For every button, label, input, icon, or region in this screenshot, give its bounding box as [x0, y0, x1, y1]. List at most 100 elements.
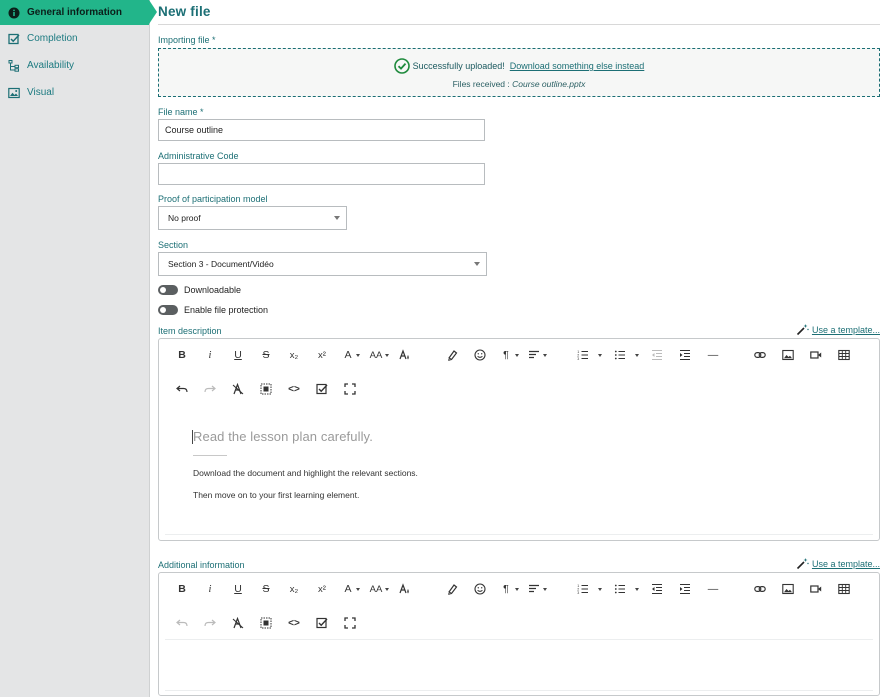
bullet-list-button[interactable]: [611, 346, 629, 364]
bullet-list-button[interactable]: [611, 580, 629, 598]
text-color-drop-icon: [399, 349, 409, 360]
undo-button[interactable]: [173, 614, 191, 632]
additional-information-label: Additional information: [158, 560, 245, 570]
chevron-down-icon: [474, 262, 480, 266]
clear-format-icon: [232, 383, 244, 395]
downloadable-toggle[interactable]: [158, 285, 178, 295]
item-description-editor[interactable]: B i U S x₂ x² A AA ¶ 1 2 3 — <> Read the…: [158, 338, 880, 541]
outdent-button[interactable]: [648, 346, 666, 364]
insert-video-button[interactable]: [807, 346, 825, 364]
horizontal-rule-button[interactable]: —: [704, 346, 722, 364]
additional-information-template-link[interactable]: Use a template...: [796, 557, 880, 570]
indent-button[interactable]: [676, 346, 694, 364]
undo-icon: [176, 619, 188, 627]
checkbox-icon: [8, 33, 20, 45]
superscript-button[interactable]: x²: [313, 580, 331, 598]
horizontal-rule-button[interactable]: —: [704, 580, 722, 598]
font-color-button[interactable]: A: [339, 580, 357, 598]
section-select[interactable]: Section 3 - Document/Vidéo: [158, 252, 487, 276]
highlighter-icon: [448, 350, 458, 361]
outdent-button[interactable]: [648, 580, 666, 598]
template-link-label: Use a template...: [811, 558, 880, 569]
template-link-label: Use a template...: [811, 324, 880, 335]
insert-video-button[interactable]: [807, 580, 825, 598]
clear-color-button[interactable]: [396, 346, 414, 364]
italic-button[interactable]: i: [201, 346, 219, 364]
ordered-list-button[interactable]: 123: [574, 346, 592, 364]
align-button[interactable]: [525, 346, 543, 364]
paragraph-button[interactable]: ¶: [497, 346, 515, 364]
clear-color-button[interactable]: [396, 580, 414, 598]
undo-button[interactable]: [173, 380, 191, 398]
proof-model-select[interactable]: No proof: [158, 206, 347, 230]
highlighter-button[interactable]: [443, 580, 461, 598]
toolbar-divider: [165, 639, 873, 640]
file-name-input[interactable]: Course outline: [158, 119, 485, 141]
smile-icon: [474, 583, 486, 595]
sidebar-item-completion[interactable]: Completion: [0, 25, 149, 52]
fullscreen-icon: [344, 617, 356, 629]
select-all-button[interactable]: [257, 614, 275, 632]
ordered-list-button[interactable]: 123: [574, 580, 592, 598]
additional-information-editor[interactable]: B i U S x₂ x² A AA ¶ 1 2 3 — <>: [158, 572, 880, 696]
item-description-template-link[interactable]: Use a template...: [796, 323, 880, 336]
italic-button[interactable]: i: [201, 580, 219, 598]
insert-table-button[interactable]: [835, 346, 853, 364]
file-protection-toggle[interactable]: [158, 305, 178, 315]
emoji-button[interactable]: [471, 580, 489, 598]
insert-link-button[interactable]: [751, 346, 769, 364]
align-button[interactable]: [525, 580, 543, 598]
files-received-label: Files received :: [452, 79, 510, 89]
font-color-button[interactable]: A: [339, 346, 357, 364]
chevron-down-icon: [334, 216, 340, 220]
bold-button[interactable]: B: [173, 346, 191, 364]
sidebar-item-availability[interactable]: Availability: [0, 52, 149, 79]
insert-image-button[interactable]: [779, 346, 797, 364]
received-file-name: Course outline.pptx: [512, 79, 586, 89]
font-size-button[interactable]: AA: [367, 580, 385, 598]
sidebar-item-visual[interactable]: Visual: [0, 79, 149, 106]
chevron-down-icon: [543, 354, 547, 357]
download-something-else-link[interactable]: Download something else instead: [510, 61, 645, 71]
clear-formatting-button[interactable]: [229, 614, 247, 632]
editor-toolbar-row-2: <>: [159, 377, 879, 401]
subscript-button[interactable]: x₂: [285, 580, 303, 598]
chevron-down-icon: [598, 354, 602, 357]
insert-image-button[interactable]: [779, 580, 797, 598]
indent-button[interactable]: [676, 580, 694, 598]
highlighter-button[interactable]: [443, 346, 461, 364]
select-all-button[interactable]: [257, 380, 275, 398]
file-name-value: Course outline: [165, 125, 224, 135]
bold-button[interactable]: B: [173, 580, 191, 598]
fullscreen-button[interactable]: [341, 380, 359, 398]
editor-bottom-line: [165, 534, 873, 535]
upload-dropzone[interactable]: Successfully uploaded! Download somethin…: [158, 48, 880, 97]
redo-button[interactable]: [201, 380, 219, 398]
strikethrough-button[interactable]: S: [257, 346, 275, 364]
downloadable-toggle-row: Downloadable: [158, 285, 241, 295]
strikethrough-button[interactable]: S: [257, 580, 275, 598]
fullscreen-icon: [344, 383, 356, 395]
code-view-button[interactable]: <>: [285, 614, 303, 632]
paragraph-button[interactable]: ¶: [497, 580, 515, 598]
underline-button[interactable]: U: [229, 580, 247, 598]
fullscreen-button[interactable]: [341, 614, 359, 632]
insert-link-button[interactable]: [751, 580, 769, 598]
insert-table-button[interactable]: [835, 580, 853, 598]
emoji-button[interactable]: [471, 346, 489, 364]
subscript-button[interactable]: x₂: [285, 346, 303, 364]
administrative-code-input[interactable]: [158, 163, 485, 185]
outdent-icon: [652, 583, 662, 595]
downloadable-label: Downloadable: [184, 285, 242, 295]
font-size-button[interactable]: AA: [367, 346, 385, 364]
checkbox-icon: [316, 383, 328, 395]
checklist-button[interactable]: [313, 614, 331, 632]
clear-formatting-button[interactable]: [229, 380, 247, 398]
superscript-button[interactable]: x²: [313, 346, 331, 364]
code-view-button[interactable]: <>: [285, 380, 303, 398]
sidebar-item-general-information[interactable]: General information: [0, 0, 157, 25]
redo-button[interactable]: [201, 614, 219, 632]
underline-button[interactable]: U: [229, 346, 247, 364]
image-icon: [782, 349, 794, 361]
checklist-button[interactable]: [313, 380, 331, 398]
